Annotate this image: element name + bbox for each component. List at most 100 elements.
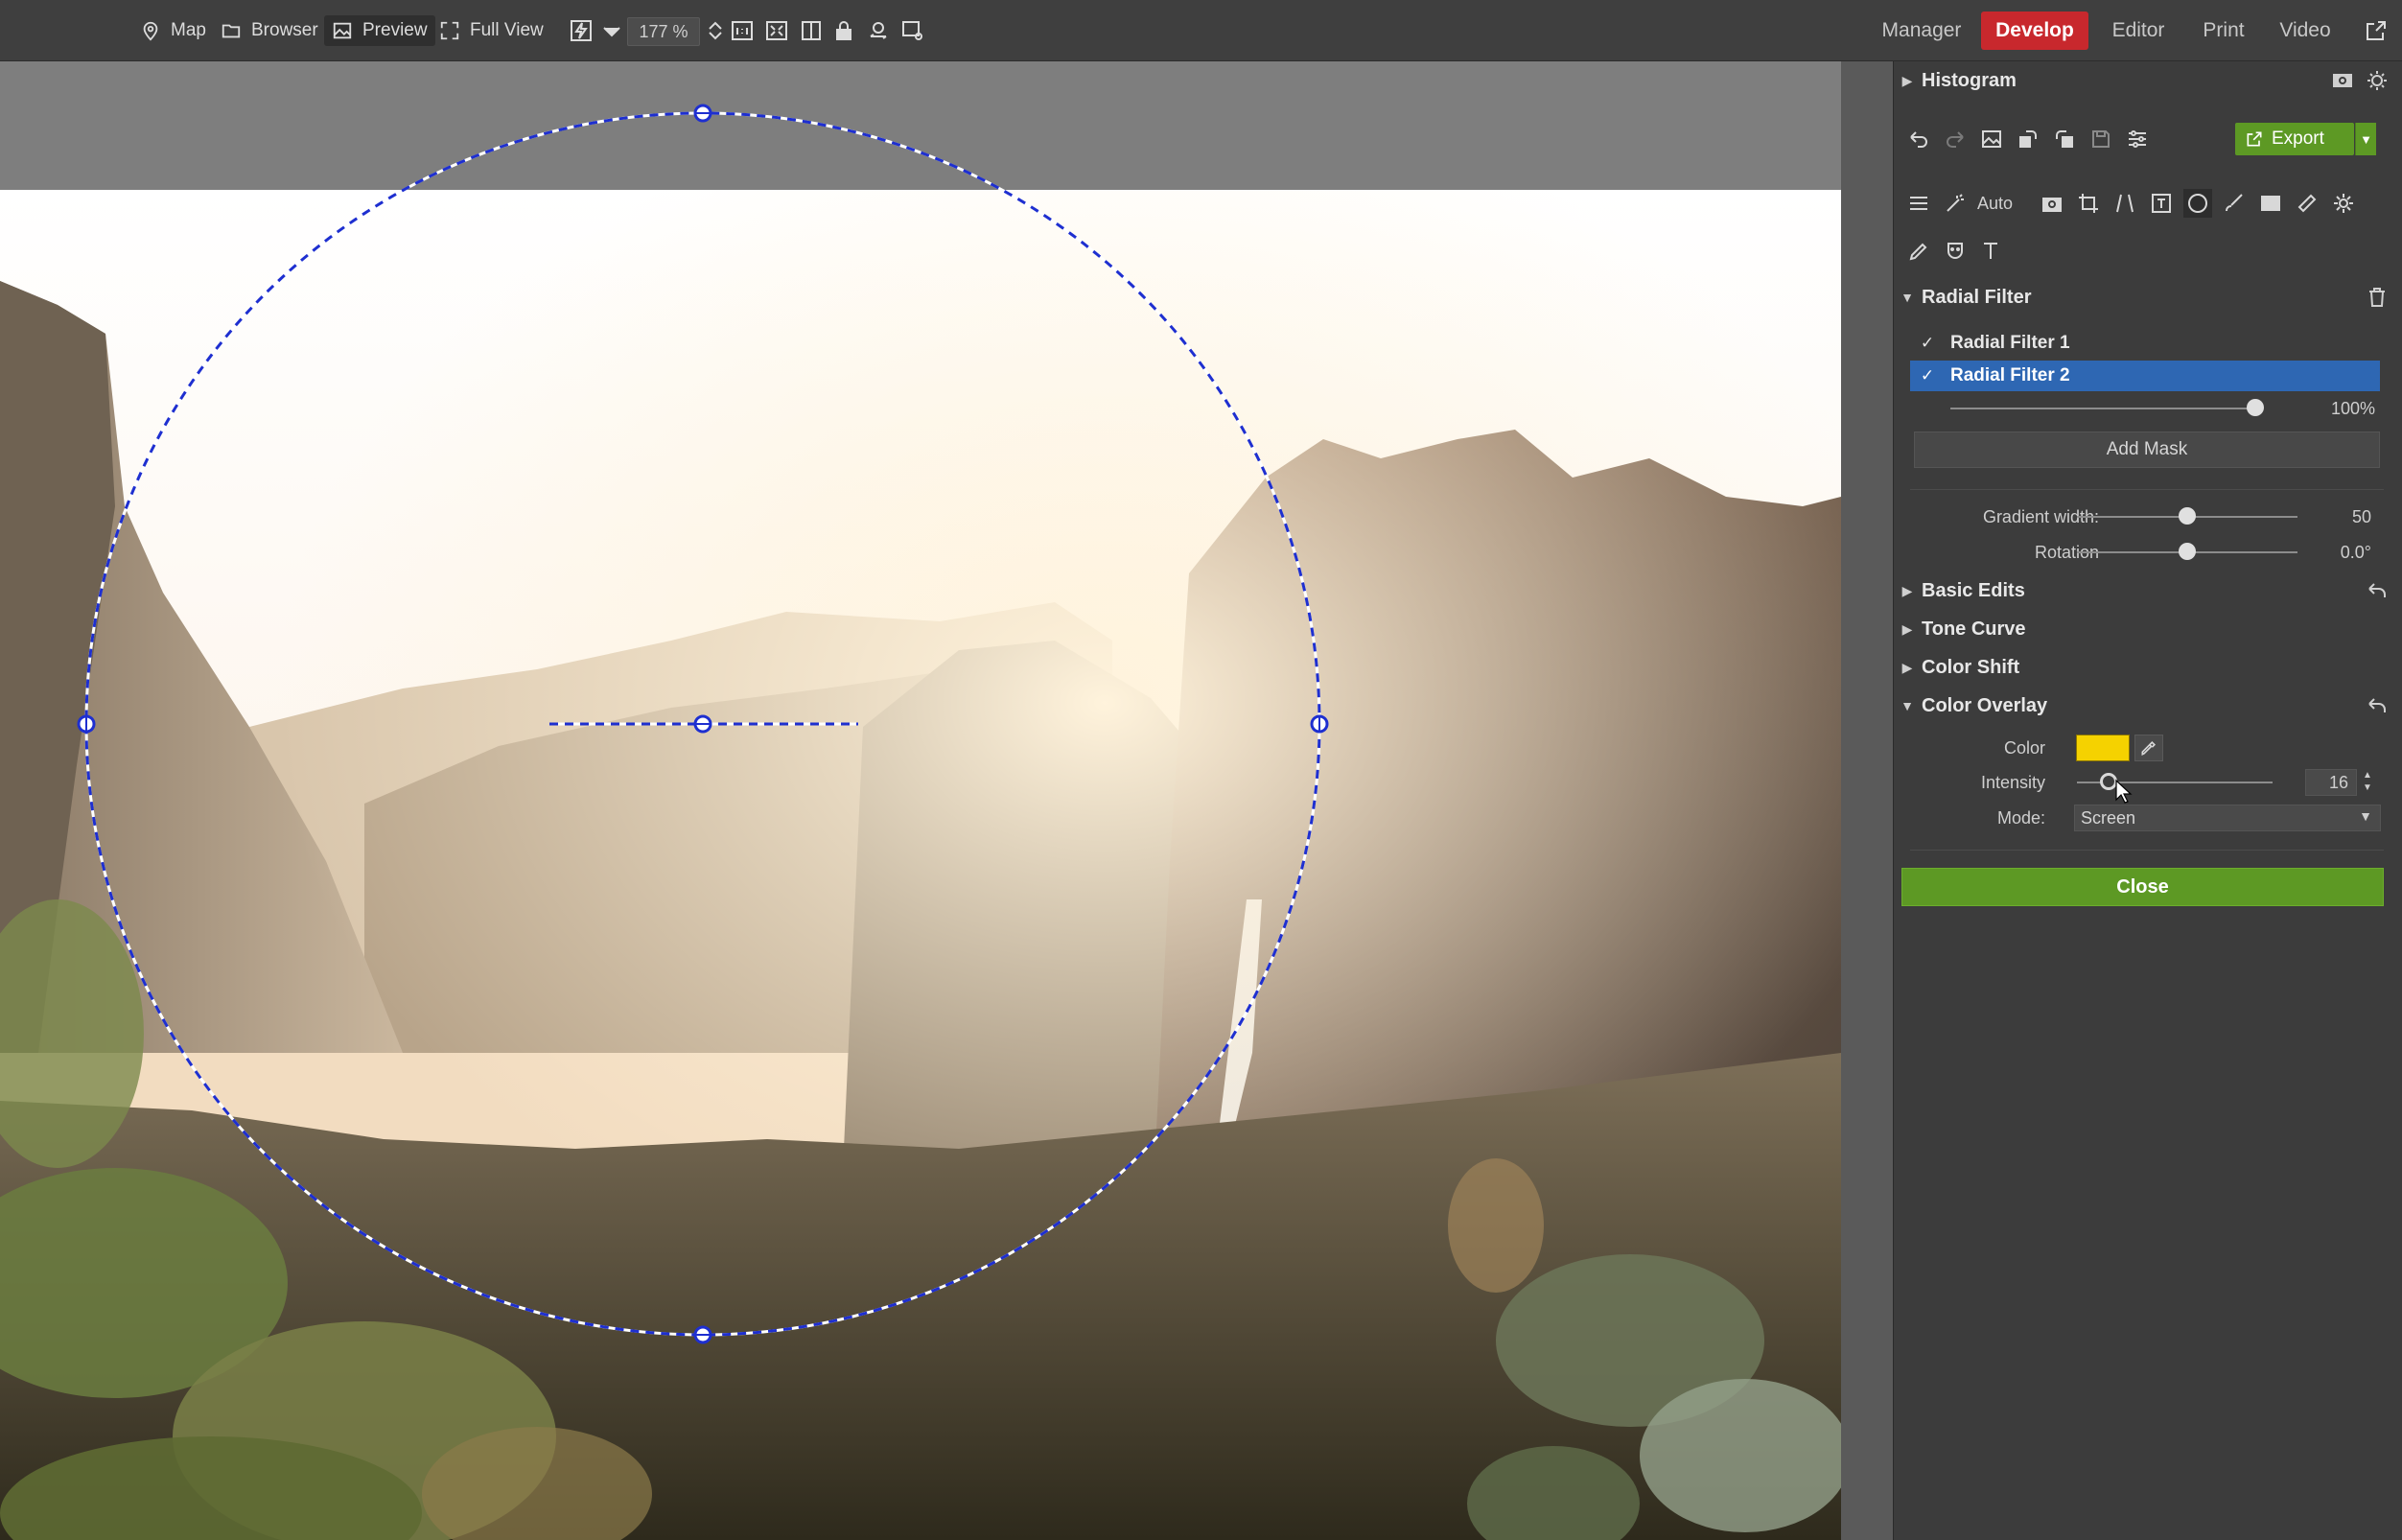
mask-face-icon <box>1947 243 1963 259</box>
checkbox-filter-1[interactable]: ✓ <box>1918 334 1937 353</box>
color-shift-title: Color Shift <box>1922 656 2020 678</box>
color-overlay-header[interactable]: ▼ Color Overlay <box>1893 688 2402 723</box>
reset-color-overlay-button[interactable] <box>2366 694 2389 717</box>
eyedropper-icon <box>2141 740 2157 757</box>
radial-filter-tool[interactable] <box>2183 189 2213 218</box>
rotate-right-button[interactable] <box>2050 125 2079 153</box>
histogram-mode-button[interactable] <box>2331 69 2354 92</box>
intensity-input[interactable]: 16 <box>2305 769 2357 796</box>
text-tool[interactable] <box>1977 237 2006 266</box>
auto-enhance-button[interactable] <box>570 19 593 42</box>
filter-opacity-slider[interactable]: 100% <box>1893 393 2402 424</box>
zoom-sync-icon <box>870 22 887 39</box>
lock-button[interactable] <box>832 19 855 42</box>
auto-label[interactable]: Auto <box>1977 194 2013 214</box>
gradient-tool[interactable] <box>2256 189 2285 218</box>
full-view-button[interactable]: Full View <box>439 15 544 46</box>
text-frame-tool[interactable] <box>2147 189 2176 218</box>
browser-label: Browser <box>251 20 318 40</box>
rotate-left-button[interactable] <box>2014 125 2042 153</box>
image-settings-icon <box>902 21 922 40</box>
settings-tool[interactable] <box>2329 189 2358 218</box>
preview-button[interactable]: Preview <box>324 15 435 46</box>
auto-enhance-dropdown[interactable] <box>600 19 620 42</box>
section-divider <box>1910 850 2384 851</box>
healing-tool[interactable] <box>2293 189 2321 218</box>
view-settings-button[interactable] <box>901 19 924 42</box>
canvas-side-area <box>1841 61 1893 1540</box>
undo-button[interactable] <box>1904 125 1933 153</box>
color-shift-header[interactable]: ▶ Color Shift <box>1893 650 2402 685</box>
redo-button[interactable] <box>1941 125 1970 153</box>
opacity-knob[interactable] <box>2247 399 2264 416</box>
basic-edits-header[interactable]: ▶ Basic Edits <box>1893 573 2402 608</box>
zoom-stepper[interactable] <box>704 19 722 42</box>
filter-list-item-1[interactable]: ✓ Radial Filter 1 <box>1910 328 2380 359</box>
tab-develop[interactable]: Develop <box>1981 12 2088 50</box>
perspective-icon <box>2116 194 2134 213</box>
edit-actions-row <box>1904 122 2152 156</box>
gear-icon <box>2334 194 2354 213</box>
map-pin-icon <box>143 21 158 41</box>
eyedropper-button[interactable] <box>2134 735 2163 761</box>
text-icon <box>1984 243 1997 259</box>
tone-curve-header[interactable]: ▶ Tone Curve <box>1893 612 2402 646</box>
frame-icon <box>2152 194 2172 213</box>
auto-tool[interactable] <box>1941 189 1970 218</box>
export-dropdown[interactable]: ▼ <box>2355 123 2376 155</box>
sync-zoom-button[interactable] <box>867 19 890 42</box>
gradient-icon <box>2261 196 2281 211</box>
overlay-color-swatch[interactable] <box>2076 735 2130 761</box>
color-overlay-title: Color Overlay <box>1922 694 2048 716</box>
perspective-tool[interactable] <box>2110 189 2139 218</box>
adjustments-button[interactable] <box>2123 125 2152 153</box>
camera-tool[interactable] <box>2038 189 2066 218</box>
filter-handle-top <box>693 104 712 123</box>
add-mask-button[interactable]: Add Mask <box>1914 432 2380 468</box>
redo-icon <box>1947 131 1964 148</box>
close-button[interactable]: Close <box>1901 868 2384 906</box>
sliders-tool[interactable] <box>1904 189 1933 218</box>
original-toggle-button[interactable] <box>1977 125 2006 153</box>
save-button[interactable] <box>2087 125 2115 153</box>
radial-filter-header[interactable]: ▼ Radial Filter <box>1893 280 2402 315</box>
checkbox-filter-2[interactable]: ✓ <box>1918 366 1937 385</box>
histogram-header[interactable]: ▶ Histogram <box>1893 63 2402 98</box>
reset-basic-edits-button[interactable] <box>2366 579 2389 602</box>
crop-tool[interactable] <box>2074 189 2103 218</box>
histogram-settings-button[interactable] <box>2366 69 2389 92</box>
compare-button[interactable] <box>800 19 823 42</box>
opacity-track[interactable] <box>1950 408 2255 409</box>
rotate-right-icon <box>2056 130 2073 148</box>
chevron-down-icon <box>603 27 620 37</box>
gradient-width-slider[interactable]: Gradient width: 50 <box>1893 502 2402 532</box>
zoom-fit-button[interactable] <box>765 19 788 42</box>
filter-list-item-2[interactable]: ✓ Radial Filter 2 <box>1910 361 2380 391</box>
tab-print[interactable]: Print <box>2190 12 2257 50</box>
external-window-button[interactable] <box>2365 19 2388 42</box>
gradient-width-knob[interactable] <box>2179 507 2196 525</box>
tab-editor[interactable]: Editor <box>2104 12 2173 50</box>
sliders-icon <box>1910 197 1927 210</box>
filter-2-label: Radial Filter 2 <box>1950 365 2070 385</box>
intensity-stepper[interactable]: ▲ ▼ <box>2361 769 2374 796</box>
camera-frame-icon <box>2333 74 2352 87</box>
map-button[interactable]: Map <box>140 15 206 46</box>
tab-manager[interactable]: Manager <box>1876 12 1968 50</box>
browser-button[interactable]: Browser <box>221 15 318 46</box>
blend-mode-select[interactable]: Screen ▼ <box>2074 805 2381 831</box>
filter-1-label: Radial Filter 1 <box>1950 333 2070 353</box>
rotation-knob[interactable] <box>2179 543 2196 560</box>
zoom-1to1-button[interactable] <box>731 19 754 42</box>
zoom-input[interactable]: 177 % <box>627 17 700 46</box>
brush-tool[interactable] <box>2220 189 2249 218</box>
rotation-slider[interactable]: Rotation 0.0° <box>1893 537 2402 568</box>
trash-icon <box>2369 288 2385 307</box>
export-button[interactable]: Export <box>2235 123 2354 155</box>
expand-triangle-icon: ▶ <box>1901 582 1913 598</box>
eraser-tool[interactable] <box>1904 237 1933 266</box>
face-tool[interactable] <box>1941 237 1970 266</box>
tab-video[interactable]: Video <box>2273 12 2338 50</box>
image-canvas[interactable] <box>0 61 1893 1540</box>
delete-filter-button[interactable] <box>2366 286 2389 309</box>
